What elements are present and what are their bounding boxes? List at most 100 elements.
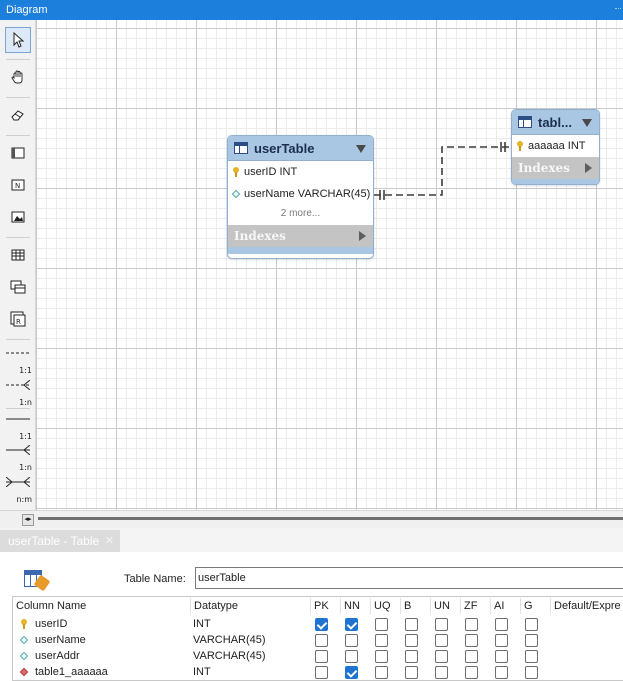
row-column-name[interactable]: userName bbox=[35, 632, 86, 648]
un-checkbox[interactable] bbox=[435, 634, 448, 647]
row-datatype[interactable]: VARCHAR(45) bbox=[193, 648, 266, 664]
table-row[interactable]: userID INT bbox=[13, 616, 623, 632]
entity-column[interactable]: aaaaaa INT bbox=[512, 135, 599, 157]
table-row[interactable]: table1_aaaaaa INT bbox=[13, 664, 623, 680]
indexes-section[interactable]: Indexes bbox=[228, 225, 373, 247]
nn-checkbox[interactable] bbox=[345, 650, 358, 663]
g-checkbox[interactable] bbox=[525, 666, 538, 679]
routine-group-tool-button[interactable]: R bbox=[5, 306, 31, 332]
relationship-1-n-identifying-tool[interactable]: 1:n bbox=[6, 444, 32, 472]
ai-checkbox[interactable] bbox=[495, 650, 508, 663]
scroll-left-arrow-icon[interactable]: ◂▸ bbox=[22, 514, 34, 526]
toolbar-separator bbox=[6, 59, 30, 60]
close-icon[interactable]: ✕ bbox=[105, 530, 114, 552]
header-nn[interactable]: NN bbox=[341, 598, 371, 614]
expand-icon[interactable] bbox=[359, 231, 366, 241]
b-checkbox[interactable] bbox=[405, 618, 418, 631]
columns-grid[interactable]: Column Name Datatype PK NN UQ B UN ZF AI… bbox=[12, 596, 623, 681]
image-tool-button[interactable] bbox=[5, 204, 31, 230]
pk-checkbox[interactable] bbox=[315, 650, 328, 663]
entity-usertable[interactable]: userTable userID INT userName VARCHAR(45… bbox=[227, 135, 374, 259]
window-title: Diagram bbox=[6, 4, 48, 16]
relationship-1-1-identifying-tool[interactable]: 1:1 bbox=[6, 413, 32, 441]
horizontal-scrollbar[interactable]: ◂▸ bbox=[0, 510, 623, 528]
header-pk[interactable]: PK bbox=[311, 598, 341, 614]
row-datatype[interactable]: INT bbox=[193, 616, 211, 632]
more-columns-link[interactable]: 2 more... bbox=[228, 205, 373, 225]
zf-checkbox[interactable] bbox=[465, 618, 478, 631]
zf-checkbox[interactable] bbox=[465, 666, 478, 679]
relationship-1-n-nonidentifying-tool[interactable]: 1:n bbox=[6, 379, 32, 407]
nn-checkbox[interactable] bbox=[345, 666, 358, 679]
entity-column[interactable]: userName VARCHAR(45) bbox=[228, 183, 373, 205]
header-default[interactable]: Default/Expre bbox=[551, 598, 623, 614]
header-un[interactable]: UN bbox=[431, 598, 461, 614]
collapse-icon[interactable] bbox=[582, 119, 592, 127]
header-b[interactable]: B bbox=[401, 598, 431, 614]
table-name-input[interactable]: userTable bbox=[195, 567, 623, 589]
header-ai[interactable]: AI bbox=[491, 598, 521, 614]
un-checkbox[interactable] bbox=[435, 666, 448, 679]
zf-checkbox[interactable] bbox=[465, 634, 478, 647]
un-checkbox[interactable] bbox=[435, 618, 448, 631]
row-datatype[interactable]: VARCHAR(45) bbox=[193, 632, 266, 648]
hand-tool-button[interactable] bbox=[5, 64, 31, 90]
scrollbar-thumb[interactable] bbox=[38, 517, 623, 520]
entity-header[interactable]: userTable bbox=[228, 136, 373, 161]
g-checkbox[interactable] bbox=[525, 618, 538, 631]
ai-checkbox[interactable] bbox=[495, 666, 508, 679]
entity-footer bbox=[228, 247, 373, 254]
collapse-icon[interactable] bbox=[356, 145, 366, 153]
note-tool-button[interactable]: N bbox=[5, 172, 31, 198]
header-uq[interactable]: UQ bbox=[371, 598, 401, 614]
layer-tool-button[interactable] bbox=[5, 140, 31, 166]
pk-checkbox[interactable] bbox=[315, 666, 328, 679]
b-checkbox[interactable] bbox=[405, 666, 418, 679]
uq-checkbox[interactable] bbox=[375, 634, 388, 647]
entity-header[interactable]: tabl... bbox=[512, 110, 599, 135]
uq-checkbox[interactable] bbox=[375, 650, 388, 663]
zf-checkbox[interactable] bbox=[465, 650, 478, 663]
pk-checkbox[interactable] bbox=[315, 634, 328, 647]
un-checkbox[interactable] bbox=[435, 650, 448, 663]
row-column-name[interactable]: userAddr bbox=[35, 648, 80, 664]
tab-usertable-table[interactable]: userTable - Table ✕ bbox=[0, 530, 120, 552]
relationship-connector[interactable] bbox=[36, 20, 623, 510]
relationship-n-m-tool[interactable]: n:m bbox=[6, 476, 32, 504]
row-column-name[interactable]: userID bbox=[35, 616, 67, 632]
ai-checkbox[interactable] bbox=[495, 618, 508, 631]
header-datatype[interactable]: Datatype bbox=[191, 598, 311, 614]
editor-tab-bar: userTable - Table ✕ bbox=[0, 528, 623, 552]
entity-name: userTable bbox=[254, 141, 315, 156]
g-checkbox[interactable] bbox=[525, 650, 538, 663]
b-checkbox[interactable] bbox=[405, 634, 418, 647]
row-datatype[interactable]: INT bbox=[193, 664, 211, 680]
header-g[interactable]: G bbox=[521, 598, 551, 614]
header-column-name[interactable]: Column Name bbox=[13, 598, 191, 614]
table-row[interactable]: userName VARCHAR(45) bbox=[13, 632, 623, 648]
relationship-1-1-nonidentifying-tool[interactable]: 1:1 bbox=[6, 347, 32, 375]
ai-checkbox[interactable] bbox=[495, 634, 508, 647]
svg-text:R: R bbox=[16, 318, 21, 326]
expand-icon[interactable] bbox=[585, 163, 592, 173]
panel-grip-icon[interactable] bbox=[615, 8, 621, 12]
pointer-tool-button[interactable] bbox=[5, 27, 31, 53]
view-tool-button[interactable] bbox=[5, 274, 31, 300]
pk-checkbox[interactable] bbox=[315, 618, 328, 631]
table-tool-button[interactable] bbox=[5, 242, 31, 268]
b-checkbox[interactable] bbox=[405, 650, 418, 663]
table-row[interactable]: userAddr VARCHAR(45) bbox=[13, 648, 623, 664]
header-zf[interactable]: ZF bbox=[461, 598, 491, 614]
nn-checkbox[interactable] bbox=[345, 634, 358, 647]
row-column-name[interactable]: table1_aaaaaa bbox=[35, 664, 108, 680]
indexes-section[interactable]: Indexes bbox=[512, 157, 599, 179]
g-checkbox[interactable] bbox=[525, 634, 538, 647]
diagram-canvas[interactable]: userTable userID INT userName VARCHAR(45… bbox=[36, 20, 623, 510]
entity-column[interactable]: userID INT bbox=[228, 161, 373, 183]
nn-checkbox[interactable] bbox=[345, 618, 358, 631]
uq-checkbox[interactable] bbox=[375, 666, 388, 679]
column-text: userName VARCHAR(45) bbox=[244, 188, 371, 200]
entity-table1[interactable]: tabl... aaaaaa INT Indexes bbox=[511, 109, 600, 185]
eraser-tool-button[interactable] bbox=[5, 102, 31, 128]
uq-checkbox[interactable] bbox=[375, 618, 388, 631]
